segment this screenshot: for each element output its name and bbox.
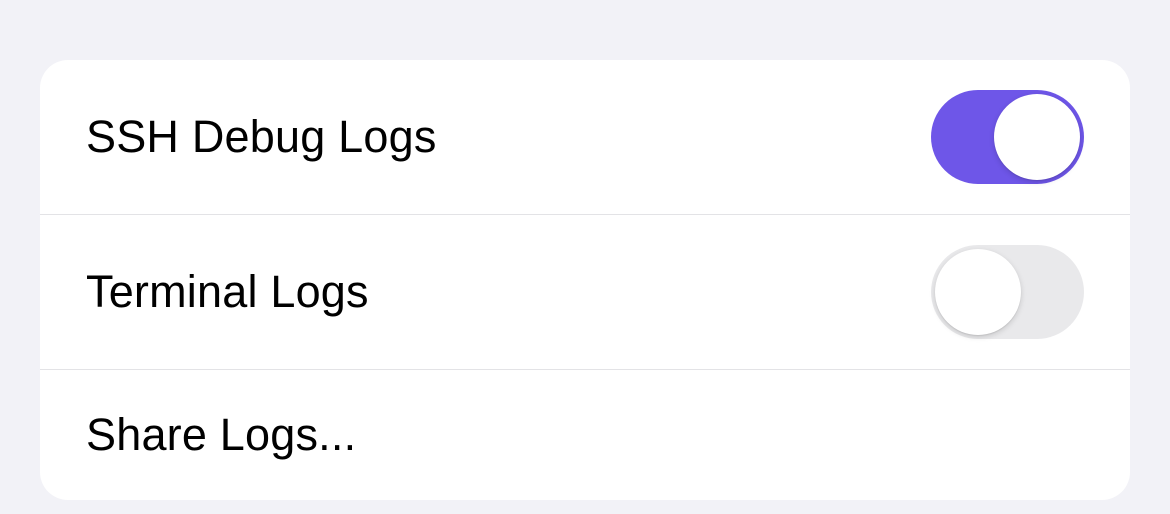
terminal-logs-label: Terminal Logs — [86, 266, 369, 318]
terminal-logs-row: Terminal Logs — [40, 215, 1130, 370]
terminal-logs-toggle[interactable] — [931, 245, 1084, 339]
share-logs-row[interactable]: Share Logs... — [40, 370, 1130, 500]
settings-group: SSH Debug Logs Terminal Logs Share Logs.… — [40, 60, 1130, 500]
ssh-debug-logs-row: SSH Debug Logs — [40, 60, 1130, 215]
ssh-debug-logs-label: SSH Debug Logs — [86, 111, 437, 163]
toggle-knob — [935, 249, 1021, 335]
ssh-debug-logs-toggle[interactable] — [931, 90, 1084, 184]
toggle-knob — [994, 94, 1080, 180]
share-logs-label: Share Logs... — [86, 409, 356, 461]
